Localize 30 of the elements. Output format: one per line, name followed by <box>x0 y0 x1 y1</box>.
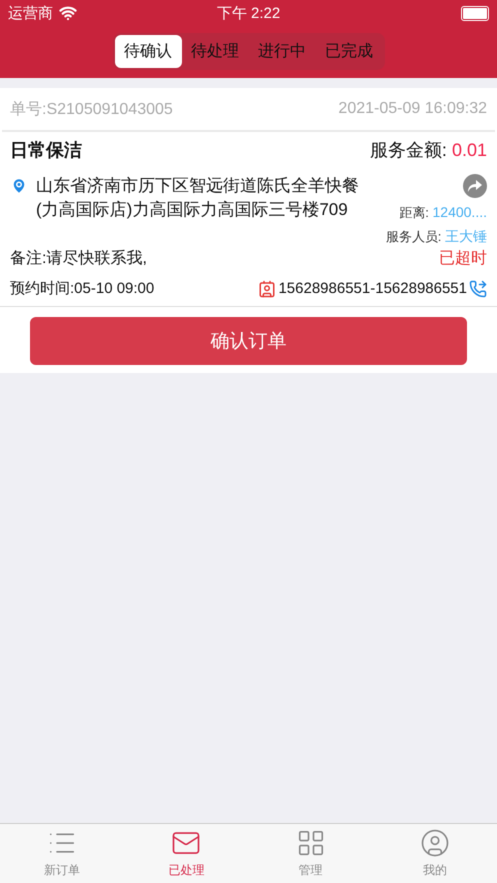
segment-tab[interactable]: 进行中 <box>248 35 316 68</box>
staff-label: 服务人员: <box>386 229 442 244</box>
contact-card-icon <box>258 280 276 298</box>
distance-value: 12400.... <box>432 204 487 220</box>
user-icon <box>420 828 450 858</box>
confirm-order-button[interactable]: 确认订单 <box>30 317 467 365</box>
segment-tab[interactable]: 已完成 <box>316 35 382 68</box>
order-date: 2021-05-09 16:09:32 <box>338 100 487 118</box>
tab-bar-item[interactable]: 管理 <box>248 824 373 883</box>
amount-label: 服务金额: <box>370 140 448 160</box>
carrier-name: 运营商 <box>8 4 53 22</box>
tab-bar-item[interactable]: 我的 <box>372 824 497 883</box>
overdue-status: 已超时 <box>439 248 487 269</box>
tab-bar-item[interactable]: 已处理 <box>124 824 248 883</box>
distance-label: 距离: <box>399 205 430 220</box>
staff-name: 王大锤 <box>445 228 487 244</box>
amount-value: 0.01 <box>452 140 487 160</box>
wifi-icon <box>59 4 77 22</box>
order-number: 单号:S2105091043005 <box>10 100 173 120</box>
appointment-time: 预约时间:05-10 09:00 <box>10 279 154 298</box>
battery-icon <box>461 6 489 20</box>
segment-tab[interactable]: 待确认 <box>114 35 182 68</box>
clock: 下午 2:22 <box>216 4 280 22</box>
phone-number: 15628986551-15628986551 <box>278 280 467 297</box>
segment-tab[interactable]: 待处理 <box>182 35 248 68</box>
address-text: 山东省济南市历下区智远街道陈氏全羊快餐(力高国际店)力高国际力高国际三号楼709 <box>36 175 359 221</box>
phone-icon[interactable] <box>469 280 487 298</box>
note-text: 备注:请尽快联系我, <box>10 248 147 269</box>
tab-bar-item[interactable]: 新订单 <box>0 824 124 883</box>
service-name: 日常保洁 <box>10 139 82 162</box>
